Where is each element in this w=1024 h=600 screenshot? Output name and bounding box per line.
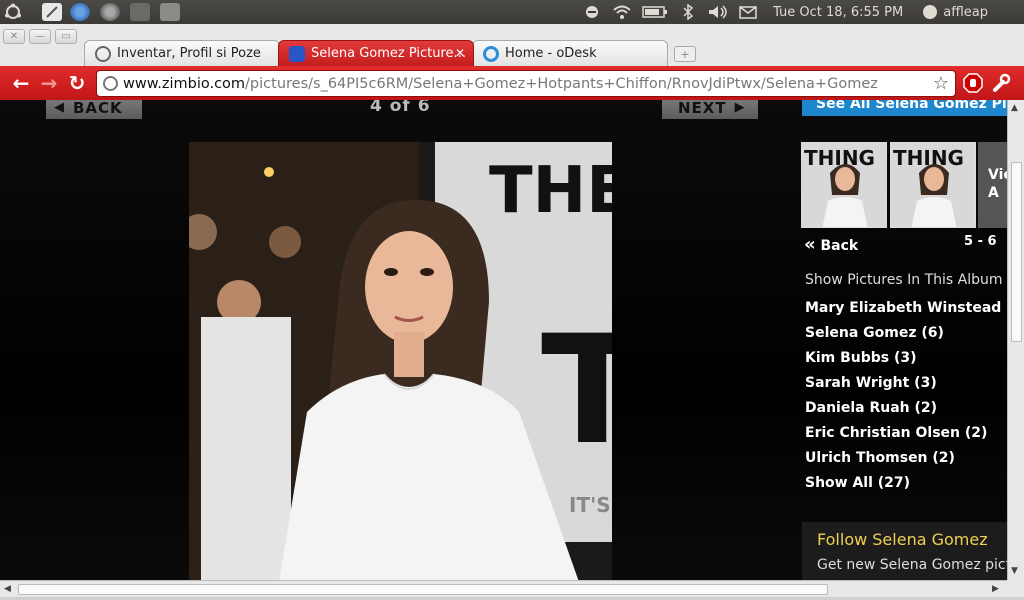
follow-box: Follow Selena Gomez Get new Selena Gomez… <box>802 522 1007 580</box>
mail-icon[interactable] <box>737 4 759 20</box>
user-menu[interactable]: affleap <box>923 5 988 20</box>
sign-text-bottom: IT'S <box>569 493 611 517</box>
screenshot-launcher-icon[interactable] <box>160 3 180 21</box>
viewer-back-label: BACK <box>73 100 123 117</box>
album-thumbnail[interactable]: THING <box>890 142 976 228</box>
tab-selena-gomez[interactable]: Selena Gomez Picture... ✕ <box>278 40 474 66</box>
reload-icon[interactable]: ↻ <box>66 71 88 95</box>
text-editor-launcher-icon[interactable] <box>42 3 62 21</box>
album-link[interactable]: Daniela Ruah (2) <box>805 400 1007 425</box>
chromium-launcher-icon[interactable] <box>70 3 90 21</box>
follow-text: Get new Selena Gomez pictur <box>817 557 1007 573</box>
tab-odesk[interactable]: Home - oDesk <box>472 40 668 66</box>
tab-label: Selena Gomez Picture... <box>311 46 466 61</box>
page-info-icon[interactable] <box>103 76 118 91</box>
horizontal-scrollbar[interactable]: ◀ ▶ <box>0 580 1007 597</box>
back-triangle-icon: ◀ <box>54 100 65 115</box>
back-arrow-icon[interactable]: ← <box>10 71 32 95</box>
album-back-label: Back <box>820 238 859 254</box>
album-heading: Show Pictures In This Album W <box>805 272 1007 288</box>
adblock-extension-icon[interactable] <box>962 72 984 94</box>
user-status-icon <box>923 5 938 19</box>
album-page-range: 5 - 6 <box>964 234 997 249</box>
user-name: affleap <box>943 4 988 20</box>
odesk-favicon-icon <box>483 45 499 62</box>
album-thumbnail[interactable]: THING <box>801 142 887 228</box>
sign-text-side: TH <box>541 304 612 478</box>
ubuntu-logo-icon[interactable] <box>4 3 22 21</box>
tab-close-icon[interactable]: ✕ <box>455 46 465 60</box>
address-bar[interactable]: www.zimbio.com/pictures/s_64PI5c6RM/Sele… <box>96 70 956 97</box>
tab-strip: Inventar, Profil si Poze Selena Gomez Pi… <box>84 40 696 66</box>
scroll-down-arrow-icon[interactable]: ▼ <box>1011 566 1018 576</box>
album-link[interactable]: Kim Bubbs (3) <box>805 350 1007 375</box>
new-tab-button[interactable]: + <box>674 46 696 62</box>
vertical-scroll-thumb[interactable] <box>1011 162 1022 342</box>
album-list: Mary Elizabeth Winstead (8) Selena Gomez… <box>805 300 1007 500</box>
album-link[interactable]: Eric Christian Olsen (2) <box>805 425 1007 450</box>
window-maximize-button[interactable]: ▭ <box>55 29 77 44</box>
album-back-link[interactable]: « Back <box>804 234 858 255</box>
next-triangle-icon: ▶ <box>734 100 746 115</box>
bluetooth-icon[interactable] <box>677 4 699 20</box>
scroll-left-arrow-icon[interactable]: ◀ <box>4 584 11 594</box>
vertical-scrollbar[interactable]: ▲ ▼ <box>1007 100 1024 580</box>
power-icon[interactable] <box>581 4 603 20</box>
photo-counter: 4 of 6 <box>370 100 431 116</box>
network-tool-launcher-icon[interactable] <box>100 3 120 21</box>
main-photo[interactable]: THE TH IT'S <box>189 142 612 580</box>
clock[interactable]: Tue Oct 18, 6:55 PM <box>773 5 903 20</box>
browser-chrome: ✕ — ▭ Inventar, Profil si Poze Selena Go… <box>0 24 1024 100</box>
web-page: ◀ BACK 4 of 6 NEXT ▶ THE TH IT'S <box>0 100 1007 580</box>
window-close-button[interactable]: ✕ <box>3 29 25 44</box>
forward-arrow-icon[interactable]: → <box>38 71 60 95</box>
view-all-button[interactable]: Vie A <box>978 142 1007 228</box>
top-panel: Tue Oct 18, 6:55 PM affleap <box>0 0 1024 24</box>
viewer-next-button[interactable]: NEXT ▶ <box>662 100 758 119</box>
see-all-pics-button[interactable]: See All Selena Gomez Pics <box>802 100 1007 116</box>
album-link[interactable]: Sarah Wright (3) <box>805 375 1007 400</box>
show-all-link[interactable]: Show All (27) <box>805 475 1007 500</box>
url-domain: www.zimbio.com <box>123 75 246 92</box>
globe-favicon-icon <box>95 45 111 62</box>
settings-launcher-icon[interactable] <box>130 3 150 21</box>
tab-inventar[interactable]: Inventar, Profil si Poze <box>84 40 280 66</box>
sign-text-top: THE <box>489 154 612 228</box>
volume-icon[interactable] <box>707 4 729 20</box>
wifi-icon[interactable] <box>611 4 633 20</box>
album-link[interactable]: Ulrich Thomsen (2) <box>805 450 1007 475</box>
scroll-up-arrow-icon[interactable]: ▲ <box>1011 103 1018 113</box>
sidebar: See All Selena Gomez Pics THING THING Vi… <box>800 100 1007 580</box>
album-link[interactable]: Mary Elizabeth Winstead (8) <box>805 300 1007 325</box>
tab-label: Home - oDesk <box>505 46 597 61</box>
wrench-menu-icon[interactable] <box>990 72 1012 94</box>
viewer-back-button[interactable]: ◀ BACK <box>46 100 142 119</box>
tab-label: Inventar, Profil si Poze <box>117 46 261 61</box>
window-minimize-button[interactable]: — <box>29 29 51 44</box>
double-chevron-left-icon: « <box>804 234 816 255</box>
scroll-right-arrow-icon[interactable]: ▶ <box>992 584 999 594</box>
horizontal-scroll-thumb[interactable] <box>18 584 828 595</box>
battery-icon[interactable] <box>641 4 669 20</box>
zimbio-favicon-icon <box>289 45 305 62</box>
browser-toolbar: ← → ↻ www.zimbio.com/pictures/s_64PI5c6R… <box>0 66 1024 100</box>
viewer-next-label: NEXT <box>678 100 727 117</box>
url-path: /pictures/s_64PI5c6RM/Selena+Gomez+Hotpa… <box>245 75 878 92</box>
follow-title[interactable]: Follow Selena Gomez <box>817 530 1007 549</box>
album-link[interactable]: Selena Gomez (6) <box>805 325 1007 350</box>
bookmark-star-icon[interactable]: ☆ <box>933 73 949 94</box>
